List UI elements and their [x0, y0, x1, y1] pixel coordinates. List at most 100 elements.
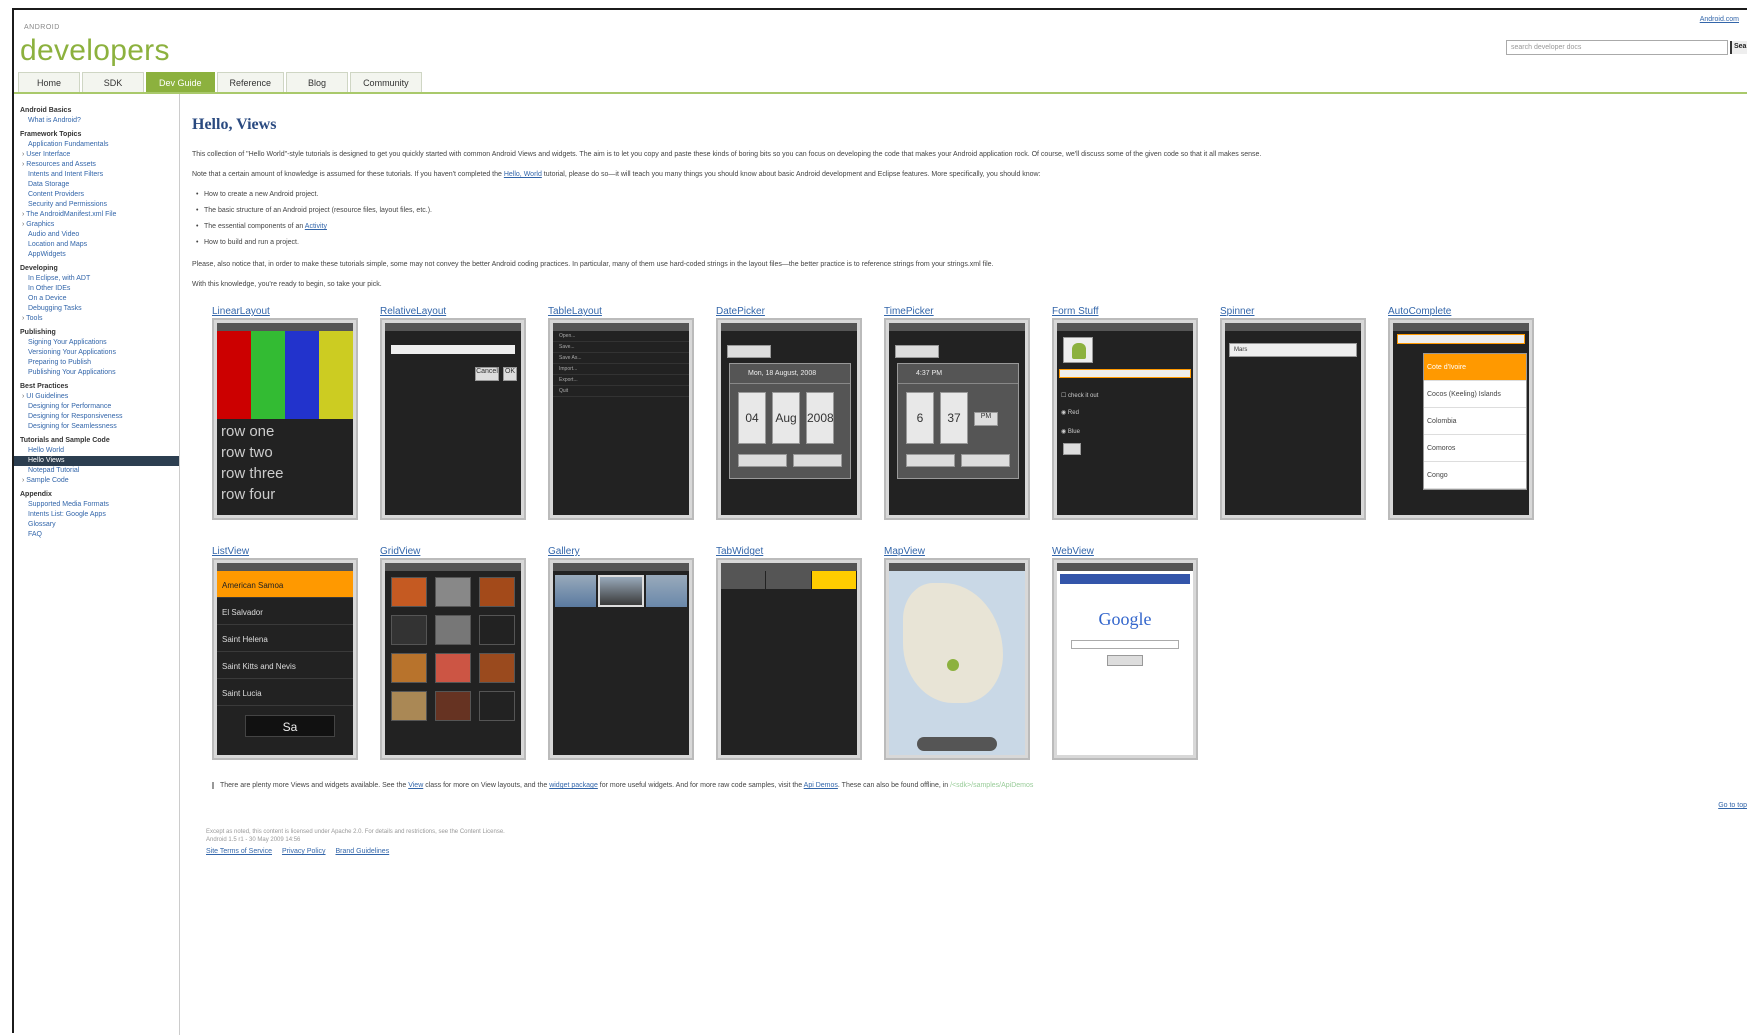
sidebar-item[interactable]: Designing for Seamlessness — [14, 422, 179, 432]
sidebar-item[interactable]: Supported Media Formats — [14, 500, 179, 510]
sidebar-item[interactable]: Security and Permissions — [14, 200, 179, 210]
screenshot-thumbnail[interactable]: Google — [1052, 558, 1198, 760]
screenshot-thumbnail[interactable]: Cancel OK — [380, 318, 526, 520]
api-demos-link[interactable]: Api Demos — [804, 782, 838, 789]
tab-reference[interactable]: Reference — [216, 72, 285, 92]
spinner-dropdown: Mars — [1229, 343, 1357, 357]
android-com-link[interactable]: Android.com — [1700, 16, 1739, 23]
grid-photo — [391, 577, 427, 607]
hello-world-link[interactable]: Hello, World — [504, 171, 542, 178]
sidebar-item[interactable]: Application Fundamentals — [14, 140, 179, 150]
bullet-item: How to create a new Android project. — [196, 191, 318, 198]
color-column — [285, 331, 319, 419]
tab-dev-guide[interactable]: Dev Guide — [146, 72, 215, 92]
screenshot-thumbnail[interactable]: 4:37 PM 6 37 PM — [884, 318, 1030, 520]
sidebar-item[interactable]: Location and Maps — [14, 240, 179, 250]
set-button — [906, 454, 955, 467]
sidebar-item[interactable]: Tools — [14, 314, 179, 324]
spinner-column: 2008 — [806, 392, 834, 444]
web-nav-bar — [1060, 574, 1190, 584]
go-to-top-link[interactable]: Go to top — [1718, 802, 1747, 809]
sidebar-item[interactable]: Signing Your Applications — [14, 338, 179, 348]
bullet-item: How to build and run a project. — [196, 239, 299, 246]
tab-home[interactable]: Home — [18, 72, 80, 92]
title-bar — [1057, 323, 1193, 331]
title-bar — [1225, 323, 1361, 331]
sidebar-item[interactable]: Designing for Performance — [14, 402, 179, 412]
sidebar-item[interactable]: Resources and Assets — [14, 160, 179, 170]
grid-photo — [435, 577, 471, 607]
sidebar-item[interactable]: In Eclipse, with ADT — [14, 274, 179, 284]
screenshot-thumbnail[interactable] — [380, 558, 526, 760]
sidebar-item[interactable]: Graphics — [14, 220, 179, 230]
title-bar — [217, 563, 353, 571]
search-button[interactable]: Search — [1730, 41, 1747, 54]
brand-subtitle: ANDROID — [24, 24, 60, 31]
sidebar-nav: Android Basics What is Android? Framework … — [14, 94, 180, 1035]
screenshot-thumbnail[interactable]: Open... Save... Save As... Import... Export.… — [548, 318, 694, 520]
sidebar-item[interactable]: Publishing Your Applications — [14, 368, 179, 378]
cancel-button — [961, 454, 1010, 467]
developers-logo[interactable]: developers — [20, 34, 170, 68]
sidebar-item[interactable]: Debugging Tasks — [14, 304, 179, 314]
phone-screen — [385, 563, 521, 755]
sidebar-item[interactable]: Glossary — [14, 520, 179, 530]
tab-sdk[interactable]: SDK — [82, 72, 144, 92]
bullet-item: The basic structure of an Android projec… — [196, 207, 432, 214]
screenshot-thumbnail[interactable]: Mon, 18 August, 2008 04 Aug 2008 — [716, 318, 862, 520]
screenshot-thumbnail[interactable]: ☐ check it out ◉ Red ◉ Blue — [1052, 318, 1198, 520]
screenshot-thumbnail[interactable] — [716, 558, 862, 760]
sidebar-item[interactable]: Notepad Tutorial — [14, 466, 179, 476]
sidebar-item[interactable]: In Other IDEs — [14, 284, 179, 294]
sidebar-item[interactable]: Versioning Your Applications — [14, 348, 179, 358]
sidebar-item[interactable]: The AndroidManifest.xml File — [14, 210, 179, 220]
sidebar-item[interactable]: Content Providers — [14, 190, 179, 200]
search-input[interactable]: search developer docs — [1506, 40, 1728, 55]
sidebar-item[interactable]: Hello Views — [14, 456, 179, 466]
main-tabs: Home SDK Dev Guide Reference Blog Community — [18, 72, 422, 92]
tab-community[interactable]: Community — [350, 72, 422, 92]
tutorial-tile: DatePicker Mon, 18 August, 2008 04 Aug 2008 — [716, 306, 862, 526]
screenshot-thumbnail[interactable]: Mars — [1220, 318, 1366, 520]
sidebar-item[interactable]: Hello World — [14, 446, 179, 456]
sidebar-item[interactable]: FAQ — [14, 530, 179, 540]
spinner-column: 6 — [906, 392, 934, 444]
title-bar — [889, 323, 1025, 331]
screenshot-thumbnail[interactable]: Cote d'Ivoire Cocos (Keeling) Islands Colo… — [1388, 318, 1534, 520]
sidebar-item[interactable]: UI Guidelines — [14, 392, 179, 402]
widget-package-link[interactable]: widget package — [549, 782, 598, 789]
sidebar-item[interactable]: On a Device — [14, 294, 179, 304]
sidebar-section-heading: Appendix — [20, 491, 52, 498]
browser-page: ANDROID developers Android.com search de… — [12, 8, 1747, 1035]
tab-item — [766, 571, 812, 589]
gallery-photo — [645, 575, 687, 607]
screenshot-thumbnail[interactable]: row one row two row three row four — [212, 318, 358, 520]
button-row: Cancel OK — [385, 354, 521, 387]
screenshot-thumbnail[interactable] — [884, 558, 1030, 760]
phone-screen: Cote d'Ivoire Cocos (Keeling) Islands Colo… — [1393, 323, 1529, 515]
activity-link[interactable]: Activity — [305, 223, 327, 230]
title-bar — [385, 563, 521, 571]
sidebar-item[interactable]: What is Android? — [14, 116, 179, 126]
privacy-link[interactable]: Privacy Policy — [282, 848, 326, 855]
sidebar-item[interactable]: Audio and Video — [14, 230, 179, 240]
tab-blog[interactable]: Blog — [286, 72, 349, 92]
screenshot-thumbnail[interactable]: American Samoa El Salvador Saint Helena Sai… — [212, 558, 358, 760]
screenshot-thumbnail[interactable] — [548, 558, 694, 760]
sidebar-item[interactable]: Intents List: Google Apps — [14, 510, 179, 520]
brand-guidelines-link[interactable]: Brand Guidelines — [336, 848, 390, 855]
samples-path: /<sdk>/samples/ApiDemos — [948, 782, 1034, 789]
sidebar-item[interactable]: AppWidgets — [14, 250, 179, 260]
table-row: Save... — [553, 342, 689, 353]
sidebar-item[interactable]: Sample Code — [14, 476, 179, 486]
view-class-link[interactable]: View — [408, 782, 423, 789]
title-bar — [553, 323, 689, 331]
sidebar-item[interactable]: Data Storage — [14, 180, 179, 190]
android-robot — [1072, 343, 1086, 359]
terms-link[interactable]: Site Terms of Service — [206, 848, 272, 855]
sidebar-item[interactable]: User Interface — [14, 150, 179, 160]
sidebar-item[interactable]: Preparing to Publish — [14, 358, 179, 368]
suggestion-item: Cocos (Keeling) Islands — [1424, 381, 1526, 408]
sidebar-item[interactable]: Designing for Responsiveness — [14, 412, 179, 422]
sidebar-item[interactable]: Intents and Intent Filters — [14, 170, 179, 180]
